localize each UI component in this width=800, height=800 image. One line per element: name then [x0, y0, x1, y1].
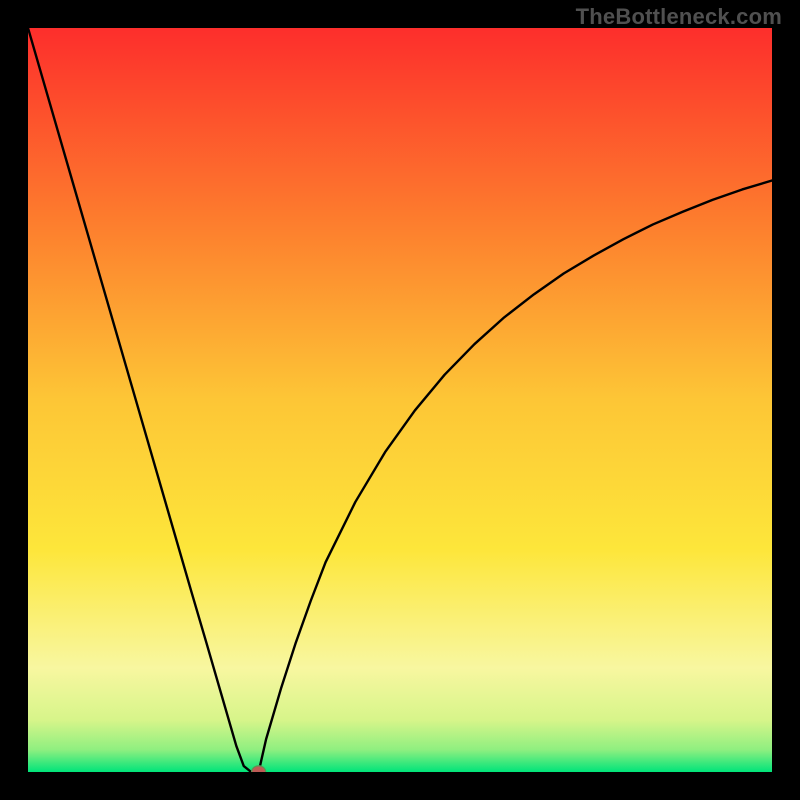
plot-area: [28, 28, 772, 772]
watermark-text: TheBottleneck.com: [576, 4, 782, 30]
chart-frame: TheBottleneck.com: [0, 0, 800, 800]
gradient-background: [28, 28, 772, 772]
plot-svg: [28, 28, 772, 772]
